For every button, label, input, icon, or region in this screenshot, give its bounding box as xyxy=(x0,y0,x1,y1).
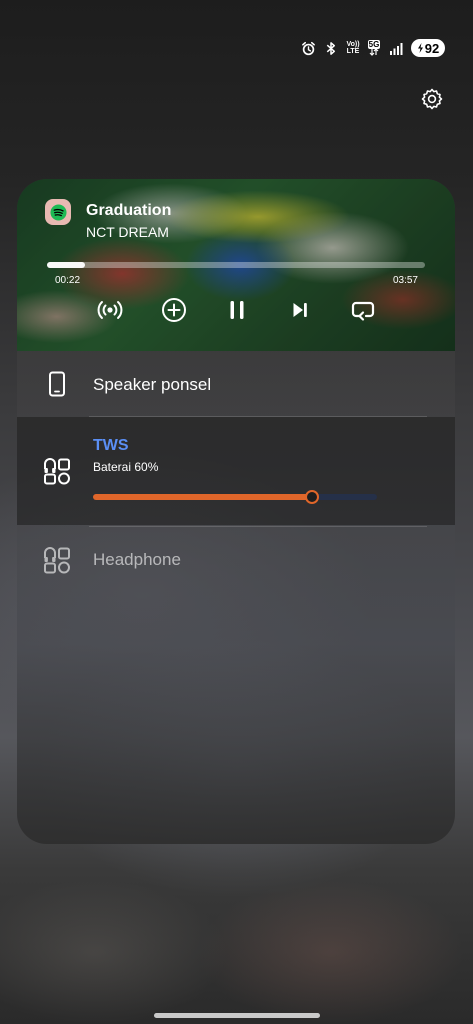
volume-slider-fill xyxy=(93,494,312,500)
earbuds-icon xyxy=(43,457,71,485)
track-title: Graduation xyxy=(86,202,172,219)
volume-slider[interactable] xyxy=(93,490,377,504)
repeat-button[interactable] xyxy=(349,296,377,324)
phone-icon xyxy=(43,370,71,398)
add-button[interactable] xyxy=(160,296,188,324)
device-item-speaker[interactable]: Speaker ponsel xyxy=(17,351,455,416)
gear-icon xyxy=(421,88,443,110)
device-battery-tws: Baterai 60% xyxy=(93,460,159,474)
device-name-tws: TWS xyxy=(93,437,129,454)
playback-progress-bar[interactable] xyxy=(47,262,425,268)
volume-slider-thumb[interactable] xyxy=(304,490,319,504)
cast-icon xyxy=(97,301,123,319)
volte-line2: LTE xyxy=(346,48,360,55)
earbuds-icon xyxy=(43,546,71,574)
spotify-icon[interactable] xyxy=(45,199,71,225)
volte-line1: Vo)) xyxy=(346,41,360,48)
next-button[interactable] xyxy=(286,296,314,324)
bluetooth-icon xyxy=(323,40,339,56)
media-player-card[interactable]: Graduation NCT DREAM 00:22 03:57 xyxy=(17,179,455,351)
device-label-speaker: Speaker ponsel xyxy=(93,375,212,394)
battery-level: 92 xyxy=(424,40,440,56)
network-type: 5G xyxy=(367,40,381,49)
track-artist: NCT DREAM xyxy=(86,224,169,240)
pause-icon xyxy=(230,301,244,319)
cast-button[interactable] xyxy=(96,296,124,324)
volte-icon: Vo)) LTE xyxy=(346,40,360,56)
status-bar: Vo)) LTE 5G 92 xyxy=(300,38,445,58)
device-label-headphone: Headphone xyxy=(93,550,181,569)
add-icon xyxy=(162,298,186,322)
settings-button[interactable] xyxy=(419,86,445,112)
battery-indicator: 92 xyxy=(411,39,445,57)
repeat-icon xyxy=(351,301,375,321)
elapsed-time: 00:22 xyxy=(55,275,81,286)
signal-icon xyxy=(388,40,404,56)
total-duration: 03:57 xyxy=(392,275,418,286)
5g-icon: 5G xyxy=(367,40,381,56)
alarm-icon xyxy=(300,40,316,56)
home-indicator[interactable] xyxy=(154,1013,320,1018)
device-item-tws[interactable]: TWS Baterai 60% xyxy=(17,417,455,525)
playback-progress-fill xyxy=(47,262,85,268)
audio-output-panel: Graduation NCT DREAM 00:22 03:57 Speaker… xyxy=(17,179,455,844)
pause-button[interactable] xyxy=(223,296,251,324)
next-icon xyxy=(293,303,307,317)
device-item-headphone[interactable]: Headphone xyxy=(17,527,455,592)
